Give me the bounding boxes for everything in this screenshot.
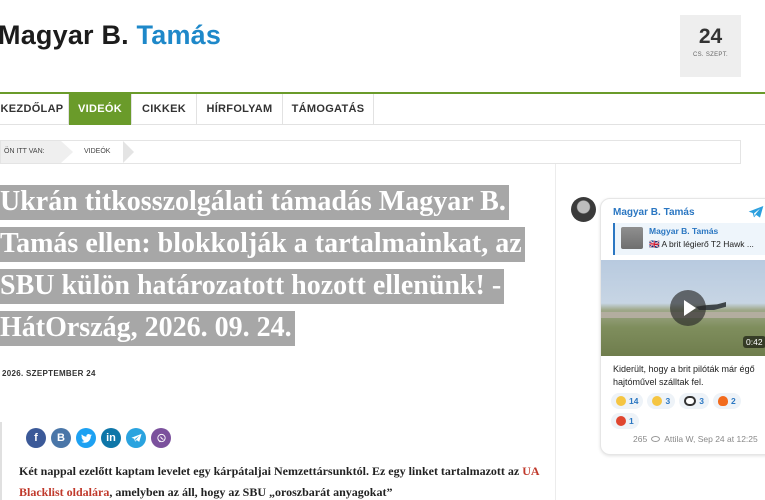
nav-item-videos[interactable]: VIDEÓK: [69, 94, 132, 125]
breadcrumb-separator: [61, 141, 73, 163]
telegram-logo-icon: [748, 206, 764, 218]
reply-text: 🇬🇧 A brit légierő T2 Hawk ...: [649, 239, 754, 249]
date-month: CS. SZEPT.: [692, 52, 728, 58]
reaction-count: 2: [730, 396, 736, 406]
fire-emoji-icon: [717, 396, 728, 406]
thinking-emoji-icon: [616, 396, 626, 406]
reaction-grin[interactable]: 3: [647, 393, 676, 409]
facebook-icon[interactable]: f: [26, 428, 46, 448]
viber-icon[interactable]: [151, 428, 171, 448]
reaction-thinking[interactable]: 14: [611, 393, 644, 409]
play-icon[interactable]: [670, 290, 706, 326]
breadcrumb: ÖN ITT VAN: VIDEÓK: [0, 140, 741, 164]
para-text-after: , amelyben az áll, hogy az SBU „oroszbar…: [109, 485, 393, 499]
telegram-video[interactable]: 0:42: [601, 260, 765, 356]
video-duration: 0:42: [743, 336, 765, 348]
twitter-icon[interactable]: [76, 428, 96, 448]
reaction-fire[interactable]: 2: [712, 393, 741, 409]
site-title-last: Tamás: [136, 20, 222, 50]
nav-item-support[interactable]: TÁMOGATÁS: [283, 94, 374, 125]
views-eye-icon: [651, 436, 661, 442]
reaction-count: 14: [629, 396, 639, 406]
reaction-count: 1: [629, 416, 634, 426]
eyes-emoji-icon: [684, 396, 697, 406]
telegram-reactions: 14 3 3 2 1: [611, 393, 765, 429]
telegram-meta: 265 Attila W, Sep 24 at 12:25: [633, 434, 758, 444]
article-headline: Ukrán titkosszolgálati támadás Magyar B.…: [0, 181, 548, 349]
reaction-count: 3: [699, 396, 704, 406]
telegram-reply-preview[interactable]: Magyar B. Tamás 🇬🇧 A brit légierő T2 Haw…: [613, 223, 765, 255]
para-text-before: Két nappal ezelőtt kaptam levelet egy ká…: [19, 464, 523, 478]
article-paragraph: Két nappal ezelőtt kaptam levelet egy ká…: [19, 461, 539, 500]
telegram-author-time[interactable]: Attila W, Sep 24 at 12:25: [664, 434, 758, 444]
nav-item-newsfeed[interactable]: HÍRFOLYAM: [197, 94, 283, 125]
reply-author: Magyar B. Tamás: [649, 226, 719, 236]
reaction-eyes[interactable]: 3: [679, 393, 709, 409]
telegram-icon[interactable]: [126, 428, 146, 448]
date-day: 24: [698, 25, 723, 48]
views-count: 265: [633, 434, 648, 444]
telegram-message-text: Kiderült, hogy a brit pilóták már égő ha…: [613, 364, 755, 387]
nav-item-home[interactable]: KEZDŐLAP: [0, 94, 69, 125]
article-date: 2026. SZEPTEMBER 24: [2, 369, 96, 378]
channel-avatar[interactable]: [571, 197, 596, 222]
share-bar: f B in: [26, 428, 171, 448]
reaction-count: 3: [665, 396, 671, 406]
breadcrumb-here-label: ÖN ITT VAN:: [1, 141, 61, 163]
telegram-channel-name[interactable]: Magyar B. Tamás: [613, 207, 695, 218]
main-nav: KEZDŐLAP VIDEÓK CIKKEK HÍRFOLYAM TÁMOGAT…: [0, 92, 765, 125]
telegram-post: Magyar B. Tamás Magyar B. Tamás 🇬🇧 A bri…: [600, 198, 765, 455]
reply-thumbnail: [621, 227, 643, 249]
content-divider: [0, 422, 2, 500]
nav-item-articles[interactable]: CIKKEK: [132, 94, 197, 125]
date-badge: 24 CS. SZEPT.: [680, 15, 741, 77]
breadcrumb-current[interactable]: VIDEÓK: [84, 141, 110, 163]
linkedin-icon[interactable]: in: [101, 428, 121, 448]
site-title-first: Magyar B.: [0, 20, 129, 50]
site-title[interactable]: Magyar B. Tamás: [0, 20, 221, 51]
vk-icon[interactable]: B: [51, 428, 71, 448]
grin-emoji-icon: [652, 396, 663, 406]
angry-emoji-icon: [616, 416, 626, 426]
reaction-angry[interactable]: 1: [611, 413, 639, 429]
breadcrumb-separator-end: [123, 141, 134, 163]
headline-text: Ukrán titkosszolgálati támadás Magyar B.…: [0, 185, 525, 346]
